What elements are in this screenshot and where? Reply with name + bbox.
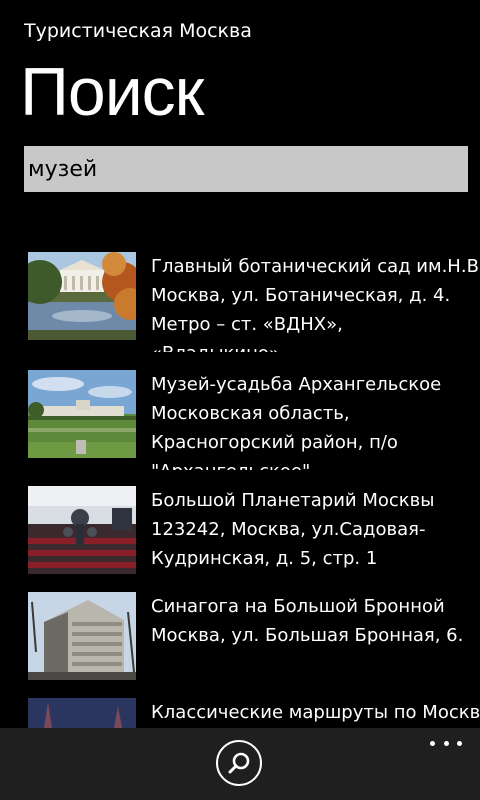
list-item[interactable]: Синагога на Большой Бронной Москва, ул. … (28, 592, 480, 692)
thumbnail-image (28, 698, 136, 728)
list-item[interactable]: Музей-усадьба Архангельское Московская о… (28, 370, 480, 470)
list-item[interactable]: Классические маршруты по Москве (28, 698, 480, 728)
search-button[interactable] (216, 740, 262, 786)
thumbnail-image (28, 486, 136, 574)
app-bar (0, 728, 480, 800)
result-address: Москва, ул. Ботаническая, д. 4. Метро – … (151, 285, 451, 352)
result-title: Синагога на Большой Бронной (151, 596, 445, 617)
search-field[interactable] (24, 146, 468, 192)
app-title: Туристическая Москва (24, 20, 252, 42)
thumbnail-image (28, 252, 136, 340)
list-item[interactable]: Главный ботанический сад им.Н.В. Москва,… (28, 252, 480, 352)
search-input[interactable] (28, 156, 464, 182)
result-address: 123242, Москва, ул.Садовая- Кудринская, … (151, 519, 426, 569)
result-title: Большой Планетарий Москвы (151, 490, 435, 511)
result-title: Классические маршруты по Москве (151, 702, 480, 723)
result-title: Музей-усадьба Архангельское (151, 374, 442, 395)
list-item[interactable]: Большой Планетарий Москвы 123242, Москва… (28, 486, 480, 586)
more-options-icon[interactable] (430, 736, 462, 750)
result-address: Московская область, Красногорский район,… (151, 403, 398, 470)
result-address: Москва, ул. Большая Бронная, 6. (151, 625, 464, 646)
results-list[interactable]: Главный ботанический сад им.Н.В. Москва,… (0, 252, 480, 728)
thumbnail-image (28, 370, 136, 458)
search-icon (228, 752, 250, 774)
result-title: Главный ботанический сад им.Н.В. (151, 256, 480, 277)
page-title: Поиск (20, 54, 204, 130)
thumbnail-image (28, 592, 136, 680)
